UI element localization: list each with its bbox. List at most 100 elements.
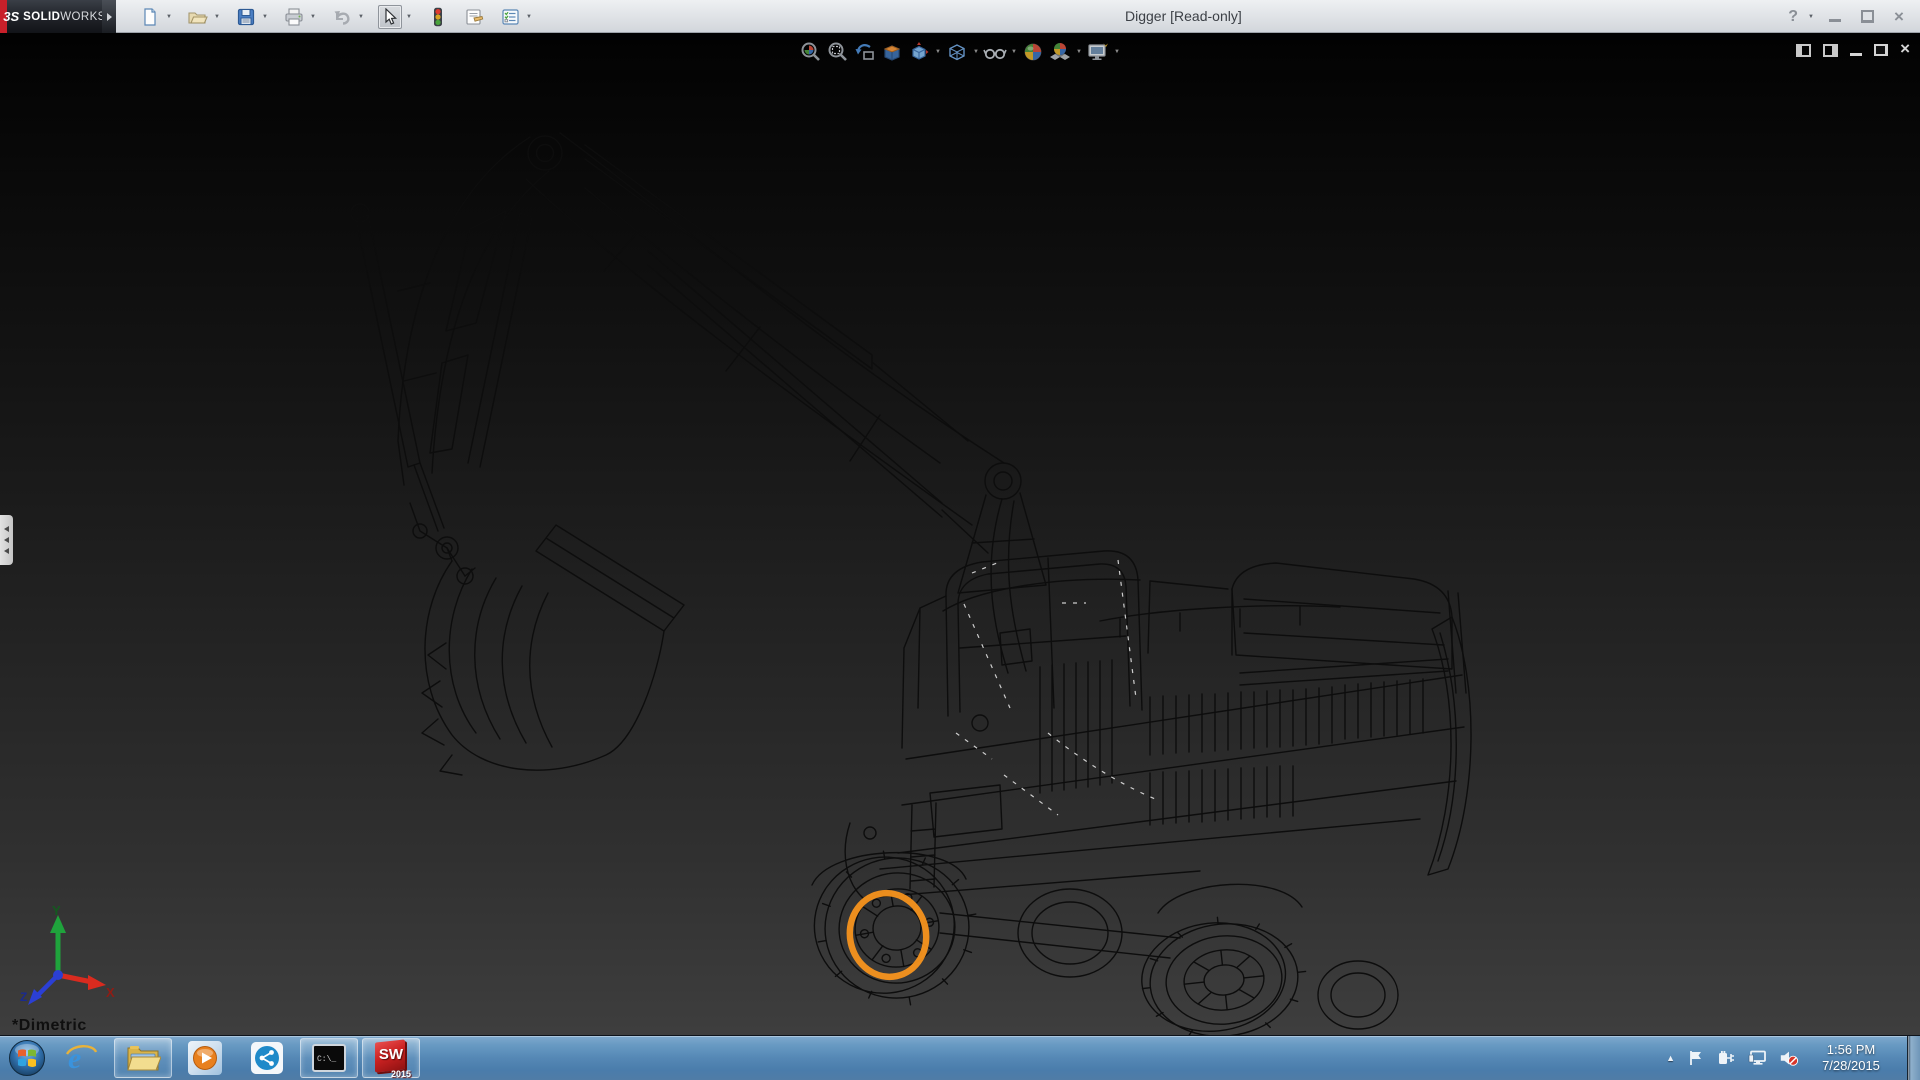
solidworks-letters: SW xyxy=(373,1046,409,1063)
save-icon xyxy=(237,8,255,26)
media-player-tile xyxy=(188,1041,222,1075)
taskbar-command-prompt[interactable]: C:\_ xyxy=(300,1038,358,1078)
save-dropdown[interactable]: ▼ xyxy=(260,5,270,29)
document-title: Digger [Read-only] xyxy=(1125,0,1242,33)
viewport-close-button[interactable]: × xyxy=(1900,41,1910,59)
rebuild-button[interactable] xyxy=(426,5,450,29)
share-app-icon xyxy=(254,1045,280,1071)
taskbar: e xyxy=(0,1035,1920,1080)
help-dropdown[interactable]: ▼ xyxy=(1806,5,1816,29)
options-button[interactable] xyxy=(498,5,522,29)
view-settings-icon xyxy=(1086,41,1110,63)
apply-scene-button[interactable] xyxy=(1048,40,1072,64)
viewport-window-controls: × xyxy=(1796,41,1910,59)
previous-view-button[interactable] xyxy=(853,40,877,64)
standard-toolbar: ▼ ▼ ▼ ▼ ▼ ▼ xyxy=(138,0,534,33)
apply-scene-icon xyxy=(1048,41,1072,63)
windows-start-orb-icon xyxy=(8,1039,46,1077)
solidworks-window: 3S SOLIDWORKS ▼ ▼ ▼ ▼ ▼ xyxy=(0,0,1920,1080)
display-style-button[interactable] xyxy=(945,40,969,64)
pane-right-toggle-icon[interactable] xyxy=(1823,44,1838,57)
undo-dropdown[interactable]: ▼ xyxy=(356,5,366,29)
view-settings-dropdown[interactable]: ▼ xyxy=(1113,49,1121,55)
collapse-arrow-icon xyxy=(4,526,9,532)
zoom-to-fit-button[interactable] xyxy=(799,40,823,64)
viewport-restore-button[interactable] xyxy=(1874,44,1888,56)
action-center-button[interactable] xyxy=(1686,1048,1706,1068)
command-prompt-text: C:\_ xyxy=(317,1055,336,1064)
solidworks-year-badge: 2015 xyxy=(391,1069,411,1079)
previous-view-icon xyxy=(854,41,876,63)
solidworks-wordmark: SOLIDWORKS xyxy=(23,11,106,23)
print-button[interactable] xyxy=(282,5,306,29)
undo-icon xyxy=(332,8,352,26)
restore-icon xyxy=(1874,44,1888,56)
feature-panel-handle[interactable] xyxy=(0,515,13,565)
view-orientation-dropdown[interactable]: ▼ xyxy=(934,49,942,55)
volume-muted-icon xyxy=(1779,1048,1799,1068)
wireframe-digger-model xyxy=(0,33,1920,1035)
options-dropdown[interactable]: ▼ xyxy=(524,5,534,29)
select-tool-dropdown[interactable]: ▼ xyxy=(404,5,414,29)
command-prompt-icon: C:\_ xyxy=(312,1044,346,1072)
flag-icon xyxy=(1687,1049,1705,1067)
system-tray: ▲ xyxy=(1666,1036,1920,1080)
start-button[interactable] xyxy=(6,1037,48,1079)
hide-show-dropdown[interactable]: ▼ xyxy=(1010,49,1018,55)
select-cursor-icon xyxy=(382,8,398,26)
folder-explorer-icon xyxy=(125,1042,161,1074)
media-player-icon xyxy=(192,1045,218,1071)
view-orientation-button[interactable] xyxy=(907,40,931,64)
menu-flyout-tab[interactable] xyxy=(102,0,116,33)
headsup-view-toolbar: ▼ ▼ ▼ ▼ ▼ xyxy=(793,38,1127,66)
open-document-button[interactable] xyxy=(186,5,210,29)
section-view-button[interactable] xyxy=(880,40,904,64)
solidworks-logo: 3S SOLIDWORKS xyxy=(7,0,102,33)
network-status-button[interactable] xyxy=(1748,1048,1768,1068)
display-style-dropdown[interactable]: ▼ xyxy=(972,49,980,55)
taskbar-solidworks[interactable]: SW 2015 xyxy=(362,1038,420,1078)
power-status-button[interactable] xyxy=(1717,1048,1737,1068)
power-plug-icon xyxy=(1717,1049,1737,1067)
flyout-arrow-icon xyxy=(107,13,112,21)
print-icon xyxy=(284,8,304,26)
hide-show-items-button[interactable] xyxy=(983,40,1007,64)
viewport-minimize-button[interactable] xyxy=(1850,44,1862,56)
taskbar-media-player[interactable] xyxy=(176,1038,234,1078)
pane-left-toggle-icon[interactable] xyxy=(1796,44,1811,57)
taskbar-windows-explorer[interactable] xyxy=(114,1038,172,1078)
zoom-to-area-icon xyxy=(827,41,849,63)
new-document-dropdown[interactable]: ▼ xyxy=(164,5,174,29)
undo-button[interactable] xyxy=(330,5,354,29)
save-button[interactable] xyxy=(234,5,258,29)
minimize-icon xyxy=(1829,19,1841,22)
section-view-icon xyxy=(881,41,903,63)
zoom-to-area-button[interactable] xyxy=(826,40,850,64)
graphics-viewport[interactable]: ▼ ▼ ▼ ▼ ▼ × xyxy=(0,33,1920,1035)
options-checklist-icon xyxy=(501,8,520,26)
edit-appearance-button[interactable] xyxy=(1021,40,1045,64)
file-properties-button[interactable] xyxy=(462,5,486,29)
open-document-icon xyxy=(188,8,208,26)
show-desktop-button[interactable] xyxy=(1907,1036,1920,1080)
apply-scene-dropdown[interactable]: ▼ xyxy=(1075,49,1083,55)
print-dropdown[interactable]: ▼ xyxy=(308,5,318,29)
volume-button[interactable] xyxy=(1779,1048,1799,1068)
minimize-button[interactable] xyxy=(1822,7,1848,27)
open-document-dropdown[interactable]: ▼ xyxy=(212,5,222,29)
taskbar-clock[interactable]: 1:56 PM 7/28/2015 xyxy=(1814,1042,1888,1074)
restore-button[interactable] xyxy=(1854,7,1880,27)
close-button[interactable]: × xyxy=(1886,7,1912,27)
view-settings-button[interactable] xyxy=(1086,40,1110,64)
view-orientation-icon xyxy=(908,41,930,63)
taskbar-share-app[interactable] xyxy=(238,1038,296,1078)
show-hidden-icons-button[interactable]: ▲ xyxy=(1666,1053,1675,1063)
traffic-light-icon xyxy=(433,7,443,27)
select-tool-button[interactable] xyxy=(378,5,402,29)
help-button[interactable]: ? xyxy=(1786,8,1800,26)
dassault-3s-icon: 3S xyxy=(3,9,19,24)
taskbar-internet-explorer[interactable]: e xyxy=(52,1038,110,1078)
new-document-button[interactable] xyxy=(138,5,162,29)
window-controls: ? ▼ × xyxy=(1786,0,1912,33)
titlebar: 3S SOLIDWORKS ▼ ▼ ▼ ▼ ▼ xyxy=(0,0,1920,33)
